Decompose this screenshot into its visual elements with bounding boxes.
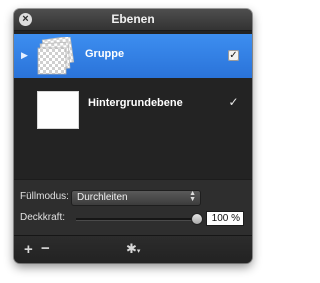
layer-list: ▶ Gruppe ✓ Hintergrundebene ✓ — [14, 31, 252, 179]
blend-mode-value: Durchleiten — [77, 192, 128, 203]
layer-visibility-checkbox[interactable]: ✓ — [228, 96, 239, 108]
layer-name: Gruppe — [85, 48, 125, 60]
layer-row-background[interactable]: Hintergrundebene ✓ — [14, 83, 252, 129]
opacity-label: Deckkraft: — [20, 212, 66, 223]
group-thumbnail — [37, 37, 75, 75]
plus-icon[interactable]: + — [24, 241, 33, 258]
minus-icon[interactable]: − — [41, 240, 50, 257]
panel-title: Ebenen — [111, 12, 155, 26]
gear-icon[interactable]: ✱▾ — [126, 241, 140, 257]
layers-panel: × Ebenen ▶ Gruppe ✓ Hintergrundebene ✓ F… — [14, 9, 252, 263]
opacity-slider-track[interactable] — [76, 218, 200, 221]
layer-visibility-checkbox[interactable]: ✓ — [228, 50, 239, 61]
bottom-toolbar: + − ✱▾ — [14, 235, 252, 263]
layer-row-group[interactable]: ▶ Gruppe ✓ — [14, 34, 252, 78]
opacity-slider-knob[interactable] — [191, 213, 203, 225]
blend-mode-select[interactable]: Durchleiten ▲ ▼ — [71, 190, 201, 206]
select-arrows-icon: ▲ ▼ — [189, 190, 196, 203]
disclosure-triangle-icon[interactable]: ▶ — [21, 50, 28, 61]
title-bar: × Ebenen — [14, 9, 252, 31]
background-thumbnail — [37, 91, 79, 129]
opacity-value-field[interactable]: 100 % — [206, 211, 244, 226]
layer-name: Hintergrundebene — [88, 97, 183, 109]
layer-properties: Füllmodus: Durchleiten ▲ ▼ Deckkraft: 100… — [14, 179, 252, 235]
blend-mode-label: Füllmodus: — [20, 191, 69, 202]
